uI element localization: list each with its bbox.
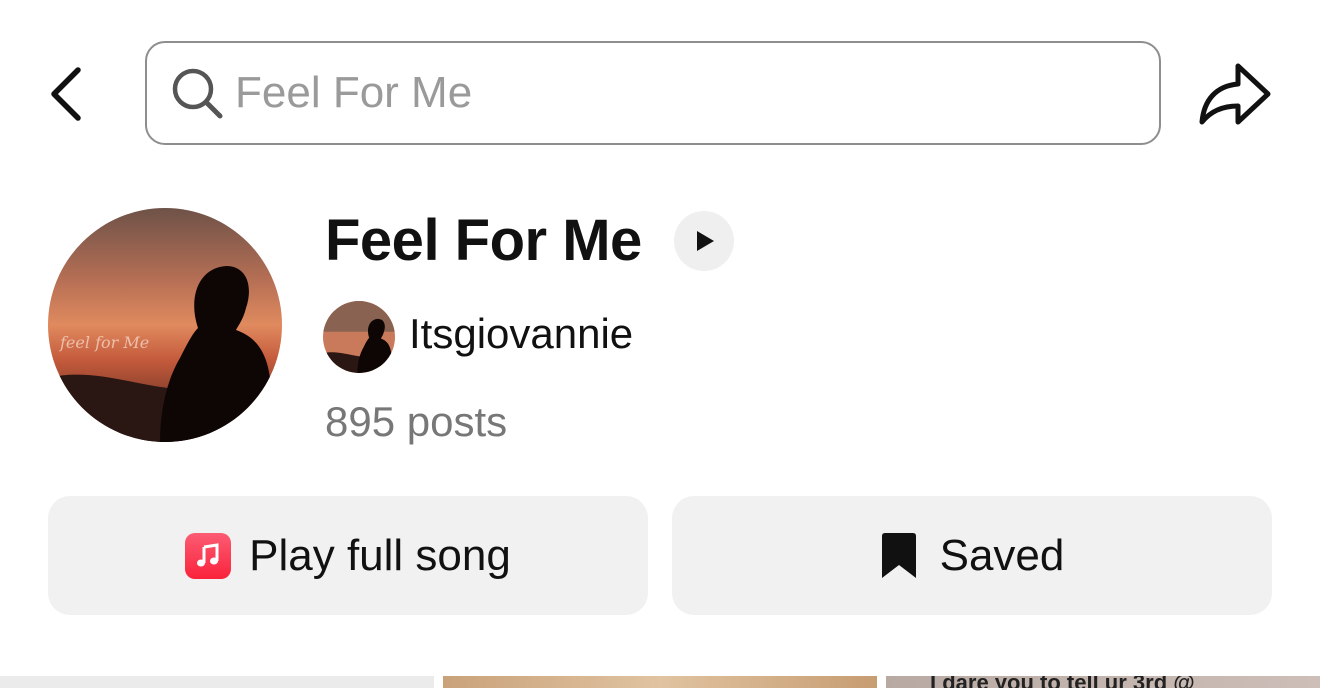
search-icon xyxy=(172,68,223,119)
play-full-song-label: Play full song xyxy=(249,530,511,580)
artist-name[interactable]: Itsgiovannie xyxy=(409,310,633,358)
apple-music-icon xyxy=(185,532,232,579)
saved-label: Saved xyxy=(939,530,1065,580)
bookmark-icon xyxy=(881,532,916,578)
post-count: 895 posts xyxy=(325,398,508,445)
video-thumbnail[interactable] xyxy=(0,676,434,688)
play-icon xyxy=(697,231,714,251)
video-thumbnail[interactable] xyxy=(443,676,877,688)
share-button[interactable] xyxy=(1198,60,1274,130)
album-cover: feel for Me xyxy=(48,208,282,442)
sound-title: Feel For Me xyxy=(325,208,642,273)
search-input[interactable] xyxy=(235,68,1115,118)
video-thumbnail[interactable]: I dare you to tell ur 3rd @ xyxy=(886,676,1320,688)
thumbnail-caption: I dare you to tell ur 3rd @ xyxy=(930,676,1195,688)
artist-avatar[interactable] xyxy=(323,301,395,373)
saved-button[interactable]: Saved xyxy=(672,496,1272,615)
preview-play-button[interactable] xyxy=(674,211,734,271)
svg-text:feel for Me: feel for Me xyxy=(59,333,149,352)
chevron-left-icon xyxy=(51,67,81,121)
play-full-song-button[interactable]: Play full song xyxy=(48,496,648,615)
search-bar[interactable] xyxy=(145,41,1161,145)
back-button[interactable] xyxy=(44,62,88,126)
share-arrow-icon xyxy=(1199,63,1271,125)
